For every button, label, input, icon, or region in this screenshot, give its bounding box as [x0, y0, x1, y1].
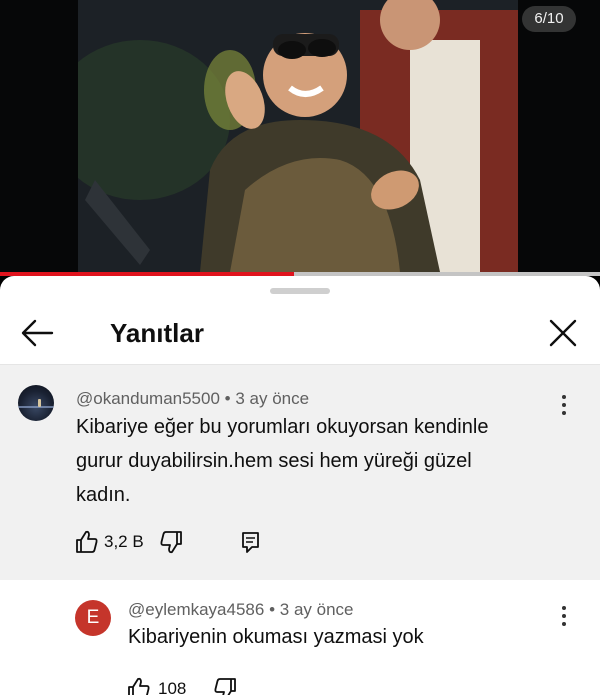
comment-text-line: kadın. [76, 484, 131, 506]
comment-actions: 3,2 B [76, 529, 276, 555]
comment-actions: 108 [128, 676, 268, 695]
video-letterbox-right [518, 0, 600, 272]
panel-header: Yanıtlar [0, 306, 600, 362]
meta-separator: • [224, 389, 231, 408]
kebab-menu-icon[interactable] [554, 393, 574, 417]
like-count: 108 [158, 679, 187, 695]
close-icon[interactable] [546, 316, 580, 350]
thumbs-down-icon[interactable] [214, 676, 238, 695]
reply-comment: E @eylemkaya4586 • 3 ay önce Kibariyenin… [0, 580, 600, 695]
like-count: 3,2 B [104, 532, 144, 551]
thumbs-down-icon[interactable] [160, 529, 184, 555]
comment-meta: @okanduman5500 • 3 ay önce [76, 389, 309, 409]
replies-panel: Yanıtlar @okanduman5500 • 3 ay önce Kiba… [0, 276, 600, 695]
comment-author[interactable]: @okanduman5500 [76, 389, 220, 408]
drag-handle[interactable] [270, 288, 330, 294]
comment-icon[interactable] [240, 529, 262, 555]
comment-text: Kibariye eğer bu yorumları okuyorsan ken… [76, 410, 488, 512]
avatar[interactable] [18, 385, 54, 421]
panel-title: Yanıtlar [110, 318, 204, 348]
kebab-menu-icon[interactable] [554, 604, 574, 628]
main-comment: @okanduman5500 • 3 ay önce Kibariye eğer… [0, 365, 600, 580]
thumbs-up-icon[interactable] [76, 529, 98, 555]
comment-text-line: gurur duyabilirsin.hem sesi hem yüreği g… [76, 450, 472, 472]
meta-separator: • [269, 600, 276, 619]
comment-meta: @eylemkaya4586 • 3 ay önce [128, 600, 354, 620]
comment-time: 3 ay önce [279, 600, 354, 619]
comment-author[interactable]: @eylemkaya4586 [128, 600, 264, 619]
thumbs-up-icon[interactable] [128, 676, 150, 695]
video-player[interactable]: 6/10 [0, 0, 600, 272]
avatar[interactable]: E [75, 600, 111, 636]
comment-text-line: Kibariye eğer bu yorumları okuyorsan ken… [76, 416, 489, 438]
comment-time: 3 ay önce [235, 389, 310, 408]
watermark: firattavcil [515, 286, 592, 303]
comment-text: Kibariyenin okuması yazmasi yok [128, 626, 424, 648]
video-letterbox-left [0, 0, 78, 272]
arrow-left-icon[interactable] [20, 318, 54, 348]
page-counter-badge: 6/10 [522, 6, 576, 32]
video-frame [0, 0, 600, 272]
